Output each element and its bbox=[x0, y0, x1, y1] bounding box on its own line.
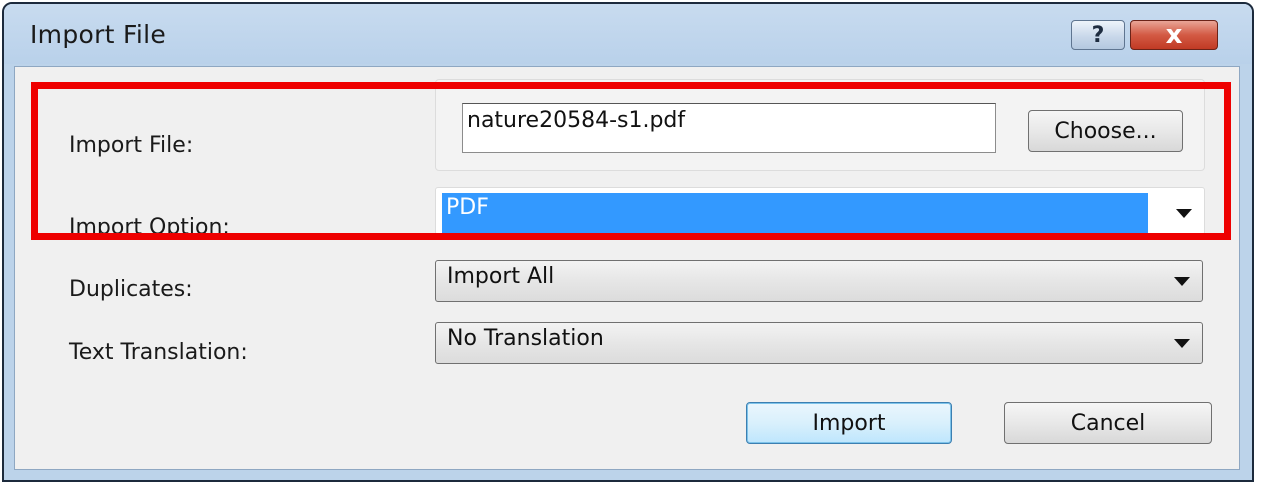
text-translation-value: No Translation bbox=[447, 326, 604, 351]
help-button[interactable]: ? bbox=[1071, 20, 1125, 50]
close-button[interactable]: x bbox=[1130, 20, 1218, 50]
import-file-dialog: Import File ? x Import File: Import Opti… bbox=[2, 2, 1254, 482]
title-bar[interactable]: Import File ? x bbox=[4, 4, 1252, 64]
duplicates-dropdown[interactable]: Import All bbox=[435, 260, 1203, 302]
highlight-annotation-box bbox=[31, 82, 1231, 240]
text-translation-label: Text Translation: bbox=[69, 340, 248, 365]
chevron-down-icon bbox=[1174, 277, 1190, 286]
import-button[interactable]: Import bbox=[746, 402, 952, 444]
text-translation-dropdown[interactable]: No Translation bbox=[435, 322, 1203, 364]
dialog-title: Import File bbox=[30, 20, 167, 49]
close-icon: x bbox=[1165, 20, 1183, 50]
duplicates-label: Duplicates: bbox=[69, 277, 193, 302]
help-icon: ? bbox=[1091, 22, 1105, 48]
chevron-down-icon bbox=[1174, 339, 1190, 348]
duplicates-value: Import All bbox=[447, 264, 555, 289]
cancel-button[interactable]: Cancel bbox=[1004, 402, 1212, 444]
